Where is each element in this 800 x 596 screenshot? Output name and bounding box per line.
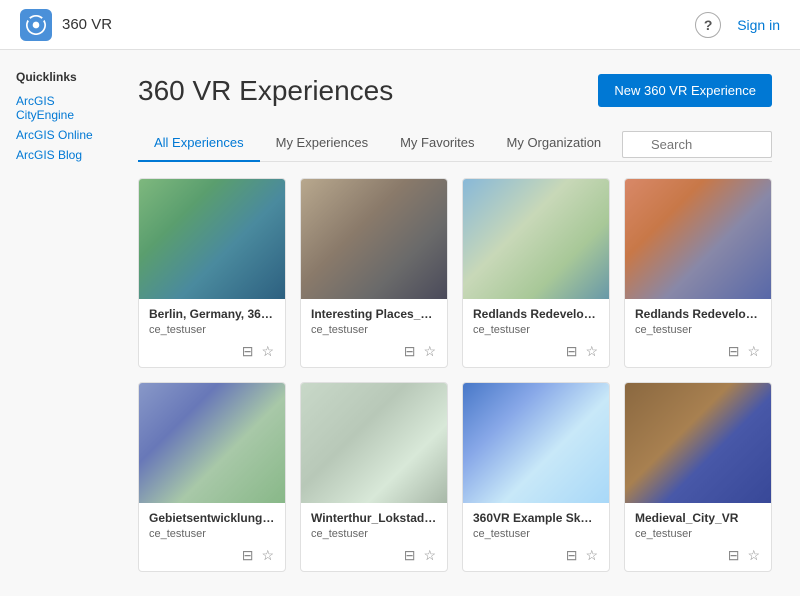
card-preview-button[interactable]: ⊟ [241, 546, 255, 565]
card-actions: ⊟ ☆ [473, 342, 599, 361]
layout-container: Quicklinks ArcGIS CityEngine ArcGIS Onli… [0, 50, 800, 596]
card-body: 360VR Example Skybridge... ce_testuser ⊟… [463, 503, 609, 571]
card-actions: ⊟ ☆ [149, 342, 275, 361]
card-title: Medieval_City_VR [635, 511, 761, 525]
card-thumbnail [625, 383, 771, 503]
card-user: ce_testuser [635, 528, 761, 540]
signin-button[interactable]: Sign in [737, 17, 780, 33]
card-actions: ⊟ ☆ [311, 546, 437, 565]
card-preview-button[interactable]: ⊟ [565, 546, 579, 565]
sidebar-link-online[interactable]: ArcGIS Online [16, 128, 94, 142]
card-title: Redlands Redevelopment ... [473, 307, 599, 321]
card-gebiet[interactable]: Gebietsentwicklung_Man... ce_testuser ⊟ … [138, 382, 286, 572]
header-right: ? Sign in [695, 12, 780, 38]
card-user: ce_testuser [311, 324, 437, 336]
card-thumbnail [301, 383, 447, 503]
card-favorite-button[interactable]: ☆ [422, 546, 437, 565]
app-logo [20, 9, 52, 41]
sidebar-link-cityengine[interactable]: ArcGIS CityEngine [16, 94, 94, 122]
card-actions: ⊟ ☆ [635, 546, 761, 565]
card-user: ce_testuser [635, 324, 761, 336]
app-title: 360 VR [62, 16, 112, 33]
tabs-bar: All Experiences My Experiences My Favori… [138, 127, 772, 162]
card-thumbnail [463, 179, 609, 299]
logo-svg [26, 15, 46, 35]
sidebar-link-blog[interactable]: ArcGIS Blog [16, 148, 94, 162]
card-actions: ⊟ ☆ [149, 546, 275, 565]
card-body: Redlands Redevelopment ... ce_testuser ⊟… [463, 299, 609, 367]
sidebar: Quicklinks ArcGIS CityEngine ArcGIS Onli… [0, 50, 110, 596]
card-title: Interesting Places_360VR js [311, 307, 437, 321]
card-body: Interesting Places_360VR js ce_testuser … [301, 299, 447, 367]
card-user: ce_testuser [149, 528, 275, 540]
card-actions: ⊟ ☆ [473, 546, 599, 565]
card-thumbnail [139, 383, 285, 503]
card-winterthur[interactable]: Winterthur_Lokstadt_v1 c... ce_testuser … [300, 382, 448, 572]
card-title: Redlands Redevelopment [635, 307, 761, 321]
card-preview-button[interactable]: ⊟ [565, 342, 579, 361]
card-thumbnail [301, 179, 447, 299]
new-experience-button[interactable]: New 360 VR Experience [598, 74, 772, 107]
page-header: 360 VR Experiences New 360 VR Experience [138, 74, 772, 107]
card-body: Gebietsentwicklung_Man... ce_testuser ⊟ … [139, 503, 285, 571]
card-favorite-button[interactable]: ☆ [584, 342, 599, 361]
card-body: Berlin, Germany, 360 VR E... ce_testuser… [139, 299, 285, 367]
cards-grid: Berlin, Germany, 360 VR E... ce_testuser… [138, 178, 772, 572]
card-interesting[interactable]: Interesting Places_360VR js ce_testuser … [300, 178, 448, 368]
card-favorite-button[interactable]: ☆ [260, 342, 275, 361]
card-title: Berlin, Germany, 360 VR E... [149, 307, 275, 321]
card-skybridge[interactable]: 360VR Example Skybridge... ce_testuser ⊟… [462, 382, 610, 572]
card-favorite-button[interactable]: ☆ [584, 546, 599, 565]
card-favorite-button[interactable]: ☆ [260, 546, 275, 565]
card-title: 360VR Example Skybridge... [473, 511, 599, 525]
card-body: Winterthur_Lokstadt_v1 c... ce_testuser … [301, 503, 447, 571]
card-thumbnail [139, 179, 285, 299]
tab-my-experiences[interactable]: My Experiences [260, 127, 384, 162]
card-title: Winterthur_Lokstadt_v1 c... [311, 511, 437, 525]
header-left: 360 VR [20, 9, 112, 41]
card-redlands2[interactable]: Redlands Redevelopment ce_testuser ⊟ ☆ [624, 178, 772, 368]
tab-my-favorites[interactable]: My Favorites [384, 127, 490, 162]
tab-all-experiences[interactable]: All Experiences [138, 127, 260, 162]
card-user: ce_testuser [311, 528, 437, 540]
card-berlin[interactable]: Berlin, Germany, 360 VR E... ce_testuser… [138, 178, 286, 368]
main-content: 360 VR Experiences New 360 VR Experience… [110, 50, 800, 596]
card-title: Gebietsentwicklung_Man... [149, 511, 275, 525]
page-title: 360 VR Experiences [138, 75, 393, 107]
card-user: ce_testuser [473, 528, 599, 540]
card-actions: ⊟ ☆ [635, 342, 761, 361]
card-body: Redlands Redevelopment ce_testuser ⊟ ☆ [625, 299, 771, 367]
help-button[interactable]: ? [695, 12, 721, 38]
card-favorite-button[interactable]: ☆ [422, 342, 437, 361]
search-input[interactable] [622, 131, 772, 158]
card-body: Medieval_City_VR ce_testuser ⊟ ☆ [625, 503, 771, 571]
tab-my-organization[interactable]: My Organization [491, 127, 618, 162]
card-redlands1[interactable]: Redlands Redevelopment ... ce_testuser ⊟… [462, 178, 610, 368]
card-thumbnail [463, 383, 609, 503]
header: 360 VR ? Sign in [0, 0, 800, 50]
card-preview-button[interactable]: ⊟ [403, 546, 417, 565]
sidebar-quicklinks-title: Quicklinks [16, 70, 94, 84]
card-user: ce_testuser [473, 324, 599, 336]
card-favorite-button[interactable]: ☆ [746, 342, 761, 361]
search-wrap: 🔍 [622, 131, 772, 158]
card-thumbnail [625, 179, 771, 299]
card-preview-button[interactable]: ⊟ [727, 342, 741, 361]
card-actions: ⊟ ☆ [311, 342, 437, 361]
card-preview-button[interactable]: ⊟ [727, 546, 741, 565]
card-medieval[interactable]: Medieval_City_VR ce_testuser ⊟ ☆ [624, 382, 772, 572]
card-favorite-button[interactable]: ☆ [746, 546, 761, 565]
card-preview-button[interactable]: ⊟ [241, 342, 255, 361]
card-preview-button[interactable]: ⊟ [403, 342, 417, 361]
card-user: ce_testuser [149, 324, 275, 336]
search-container: 🔍 [622, 131, 772, 158]
